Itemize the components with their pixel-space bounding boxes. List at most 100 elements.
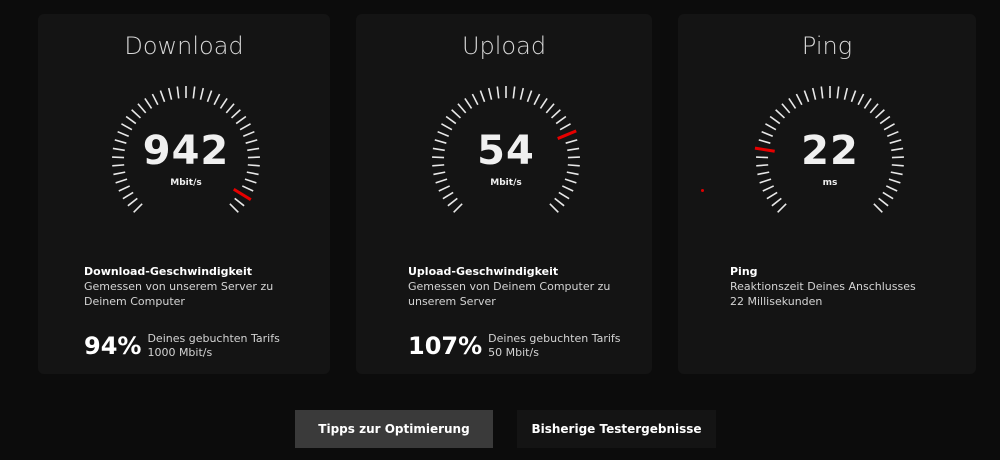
ping-gauge-tick bbox=[811, 87, 817, 100]
upload-percent: 107% bbox=[408, 332, 483, 360]
ping-gauge-tick bbox=[869, 103, 879, 114]
download-gauge-tick bbox=[137, 103, 147, 114]
upload-tariff-label: Deines gebuchten Tarifs bbox=[488, 332, 621, 345]
upload-tariff-row: 107% Deines gebuchten Tarifs 50 Mbit/s bbox=[408, 332, 621, 360]
ping-gauge-tick bbox=[879, 115, 891, 125]
download-tariff-label: Deines gebuchten Tarifs bbox=[147, 332, 280, 345]
ping-gauge-tick bbox=[775, 109, 786, 119]
download-gauge-tick bbox=[144, 98, 153, 109]
upload-gauge-tick bbox=[471, 93, 479, 106]
download-info: Download-Geschwindigkeit Gemessen von un… bbox=[84, 264, 294, 309]
upload-gauge-tick bbox=[533, 93, 541, 106]
upload-title: Upload bbox=[461, 32, 547, 60]
ping-gauge-tick bbox=[836, 86, 840, 99]
upload-tariff-value: 50 Mbit/s bbox=[488, 346, 539, 359]
download-gauge-tick bbox=[206, 90, 213, 103]
ping-gauge-tick bbox=[857, 93, 865, 106]
ping-gauge: 22 ms bbox=[750, 80, 910, 240]
red-dot-marker bbox=[701, 189, 704, 192]
upload-gauge-tick bbox=[451, 109, 462, 119]
ping-gauge-tick bbox=[820, 86, 824, 99]
download-percent: 94% bbox=[84, 332, 142, 360]
upload-unit: Mbit/s bbox=[490, 178, 522, 188]
download-gauge-tick bbox=[167, 87, 173, 100]
ping-gauge-tick bbox=[843, 87, 849, 100]
download-gauge: 942 Mbit/s bbox=[106, 80, 266, 240]
download-gauge-tick bbox=[131, 109, 142, 119]
upload-gauge-tick bbox=[554, 197, 565, 207]
download-gauge-tick bbox=[234, 197, 245, 207]
upload-gauge-tick bbox=[445, 115, 457, 125]
download-title: Download bbox=[124, 32, 244, 60]
download-gauge-tick bbox=[192, 86, 196, 99]
download-gauge-tick bbox=[151, 93, 159, 106]
history-button[interactable]: Bisherige Testergebnisse bbox=[517, 410, 716, 448]
download-gauge-tick bbox=[125, 115, 137, 125]
download-unit: Mbit/s bbox=[170, 178, 202, 188]
upload-info: Upload-Geschwindigkeit Gemessen von Dein… bbox=[408, 264, 618, 309]
ping-gauge-tick bbox=[803, 90, 810, 103]
upload-info-line2: unserem Server bbox=[408, 295, 496, 308]
ping-card: Ping 22 ms Ping Reaktionszeit Deines Ans… bbox=[678, 14, 976, 374]
download-info-heading: Download-Geschwindigkeit bbox=[84, 265, 253, 278]
upload-card: Upload 54 Mbit/s Upload-Geschwindigkeit … bbox=[356, 14, 652, 374]
download-gauge-tick bbox=[230, 109, 241, 119]
download-info-line2: Deinem Computer bbox=[84, 295, 185, 308]
ping-gauge-tick bbox=[795, 93, 803, 106]
ping-value: 22 bbox=[801, 128, 859, 174]
upload-gauge-tick bbox=[512, 86, 516, 99]
download-value: 942 bbox=[142, 128, 230, 174]
download-gauge-tick bbox=[176, 86, 180, 99]
upload-gauge-tick bbox=[550, 109, 561, 119]
download-gauge-tick bbox=[122, 191, 134, 200]
download-tariff-row: 94% Deines gebuchten Tarifs 1000 Mbit/s bbox=[84, 332, 280, 360]
ping-info-heading: Ping bbox=[730, 265, 758, 278]
download-gauge-tick bbox=[127, 197, 138, 207]
upload-gauge: 54 Mbit/s bbox=[426, 80, 586, 240]
download-gauge-tick bbox=[199, 87, 205, 100]
ping-gauge-tick bbox=[771, 197, 782, 207]
upload-info-line1: Gemessen von Deinem Computer zu bbox=[408, 280, 611, 293]
tips-button[interactable]: Tipps zur Optimierung bbox=[295, 410, 493, 448]
download-gauge-tick bbox=[213, 93, 221, 106]
ping-gauge-tick bbox=[863, 98, 872, 109]
download-info-line1: Gemessen von unserem Server zu bbox=[84, 280, 274, 293]
ping-info-line2: 22 Millisekunden bbox=[730, 295, 823, 308]
ping-info: Ping Reaktionszeit Deines Anschlusses 22… bbox=[730, 264, 940, 309]
ping-gauge-tick bbox=[769, 115, 781, 125]
upload-gauge-tick bbox=[558, 191, 570, 200]
download-gauge-tick bbox=[159, 90, 166, 103]
upload-gauge-tick bbox=[555, 115, 567, 125]
ping-gauge-tick bbox=[874, 109, 885, 119]
ping-gauge-tick bbox=[777, 203, 787, 213]
download-gauge-tick bbox=[235, 115, 247, 125]
ping-unit: ms bbox=[822, 178, 838, 188]
ping-gauge-tick bbox=[882, 191, 894, 200]
ping-gauge-tick bbox=[781, 103, 791, 114]
ping-gauge-tick bbox=[878, 197, 889, 207]
download-gauge-tick bbox=[225, 103, 235, 114]
upload-info-heading: Upload-Geschwindigkeit bbox=[408, 265, 559, 278]
upload-gauge-tick bbox=[487, 87, 493, 100]
ping-title: Ping bbox=[801, 32, 853, 60]
ping-gauge-tick bbox=[766, 191, 778, 200]
download-gauge-tick bbox=[133, 203, 143, 213]
ping-info-line1: Reaktionszeit Deines Anschlusses bbox=[730, 280, 916, 293]
upload-gauge-tick bbox=[464, 98, 473, 109]
download-card: Download 942 Mbit/s Download-Geschwindig… bbox=[38, 14, 330, 374]
upload-gauge-tick bbox=[496, 86, 500, 99]
download-gauge-tick bbox=[229, 203, 239, 213]
upload-gauge-tick bbox=[539, 98, 548, 109]
upload-gauge-tick bbox=[447, 197, 458, 207]
upload-gauge-tick bbox=[457, 103, 467, 114]
ping-gauge-tick bbox=[850, 90, 857, 103]
upload-gauge-tick bbox=[453, 203, 463, 213]
upload-gauge-tick bbox=[549, 203, 559, 213]
upload-value: 54 bbox=[477, 128, 535, 174]
upload-gauge-tick bbox=[545, 103, 555, 114]
download-gauge-tick bbox=[219, 98, 228, 109]
upload-gauge-tick bbox=[442, 191, 454, 200]
upload-gauge-tick bbox=[519, 87, 525, 100]
ping-gauge-tick bbox=[788, 98, 797, 109]
ping-gauge-tick bbox=[873, 203, 883, 213]
